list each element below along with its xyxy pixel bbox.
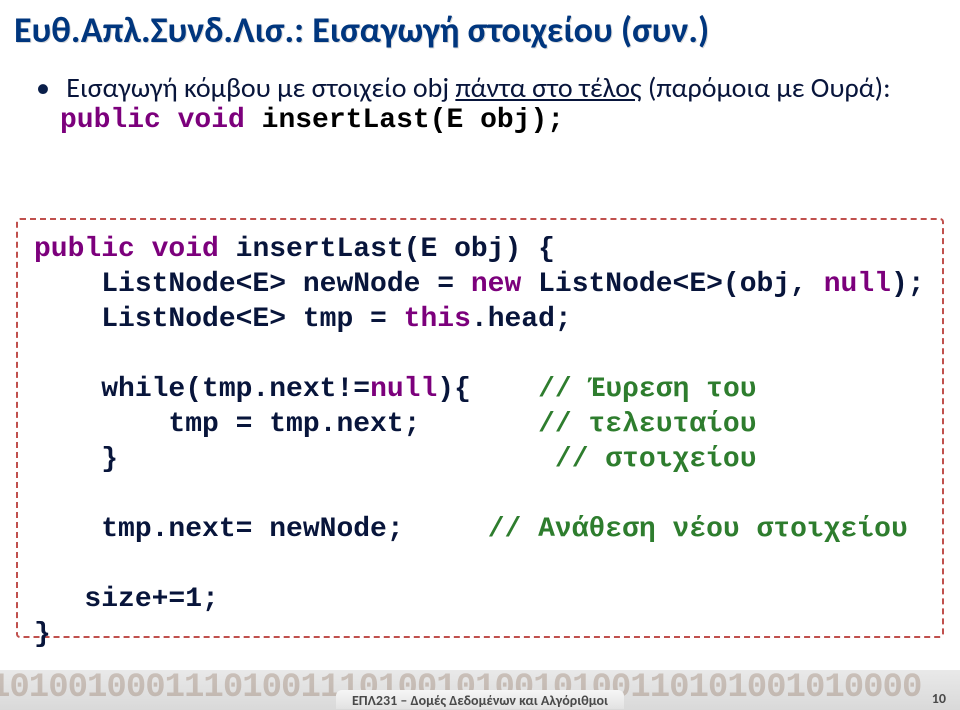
code-text: ListNode<E> tmp =	[34, 304, 404, 335]
code-text: while(tmp.next!=	[34, 374, 370, 405]
footer-wrap: ΕΠΛ231 – Δομές Δεδομένων και Αλγόριθμοι	[0, 690, 960, 710]
code-text: );	[891, 269, 925, 300]
pad	[118, 444, 555, 475]
footer-label: ΕΠΛ231 – Δομές Δεδομένων και Αλγόριθμοι	[336, 690, 624, 709]
comment: // τελευταίου	[538, 409, 756, 440]
keyword-new: new	[471, 269, 521, 300]
bullet-item: Εισαγωγή κόμβου με στοιχείο obj πάντα στ…	[36, 70, 960, 105]
keyword: public void	[34, 234, 236, 265]
comment: // Ανάθεση νέου στοιχείου	[488, 514, 908, 545]
code-text: .head;	[471, 304, 572, 335]
code-text: ListNode<E> newNode =	[34, 269, 471, 300]
pad	[404, 514, 488, 545]
keyword-this: this	[404, 304, 471, 335]
code-text: tmp.next= newNode;	[34, 514, 404, 545]
bullet-text-pre: Εισαγωγή κόμβου με στοιχείο obj	[66, 70, 455, 105]
keyword: public void	[60, 105, 262, 136]
code-text: tmp = tmp.next;	[34, 409, 420, 440]
method-name: insertLast(E obj);	[262, 105, 564, 136]
code-text: }	[34, 619, 51, 650]
code-text: size+=1;	[34, 584, 219, 615]
code-text: insertLast(E obj) {	[236, 234, 555, 265]
bullet-text-underlined: πάντα στο τέλος	[455, 70, 641, 105]
method-signature: public void insertLast(E obj);	[60, 105, 960, 136]
comment: // Έυρεση του	[538, 374, 756, 405]
slide-title: Ευθ.Απλ.Συνδ.Λισ.: Εισαγωγή στοιχείου (σ…	[0, 0, 960, 52]
code-block: public void insertLast(E obj) { ListNode…	[16, 218, 944, 638]
keyword-null: null	[824, 269, 891, 300]
pad	[420, 409, 538, 440]
code-text: ListNode<E>(obj,	[521, 269, 823, 300]
code-text: ){	[437, 374, 471, 405]
comment: // στοιχείου	[555, 444, 757, 475]
keyword-null: null	[370, 374, 437, 405]
pad	[471, 374, 538, 405]
code-text: }	[34, 444, 118, 475]
bullet-text-post: (παρόμοια με Ουρά):	[642, 70, 891, 105]
page-number: 10	[932, 690, 946, 707]
